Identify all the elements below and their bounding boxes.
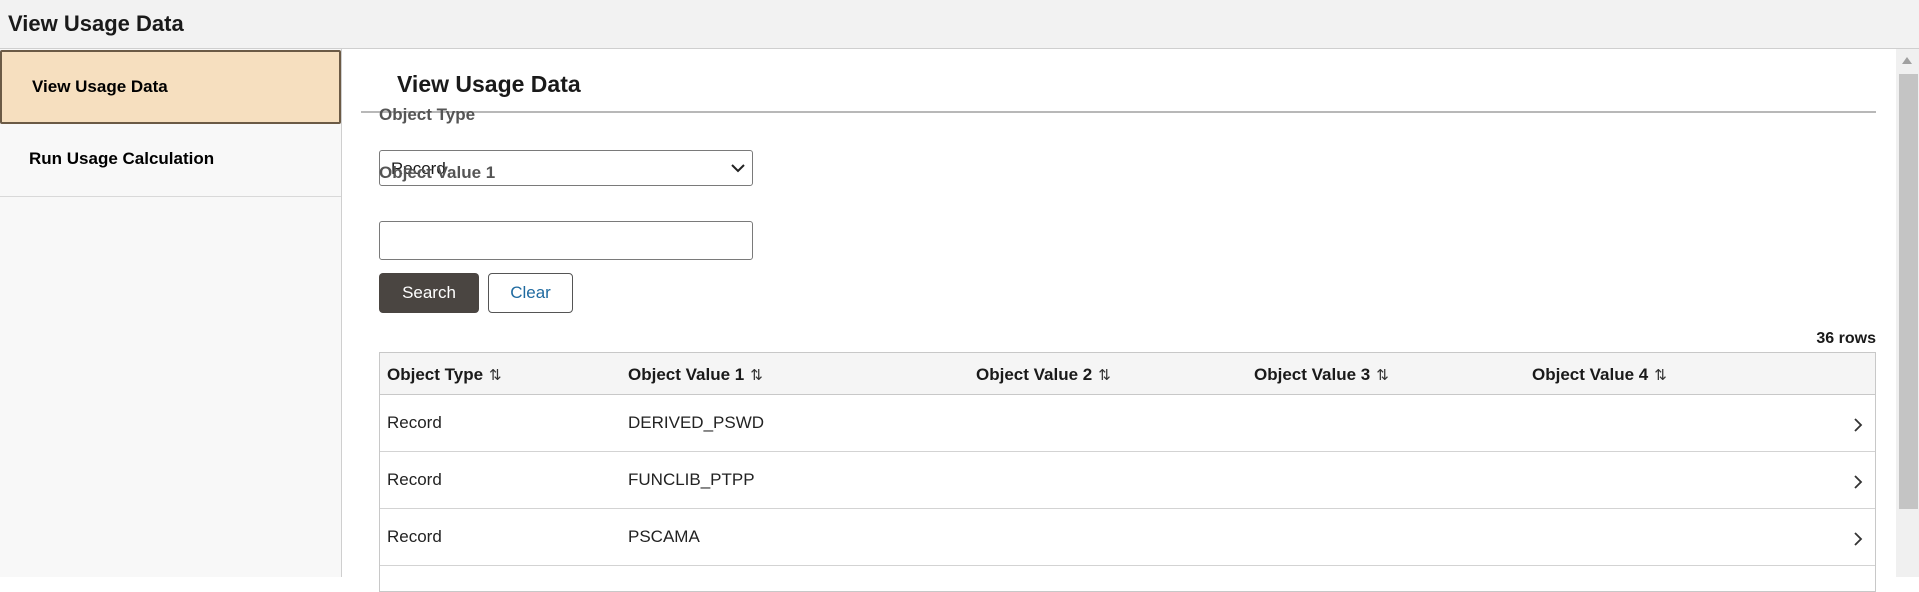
table-row[interactable]: Record PSCAMA <box>380 509 1875 566</box>
sort-icon: ⇅ <box>1376 367 1389 384</box>
search-button[interactable]: Search <box>379 273 479 313</box>
sidebar-item-label: Run Usage Calculation <box>29 149 215 168</box>
table-row[interactable]: Record DERIVED_PSWD <box>380 395 1875 452</box>
cell-object-value-1: DERIVED_PSWD <box>628 413 765 432</box>
column-header-label: Object Type <box>387 365 484 384</box>
cell-object-value-1: FUNCLIB_PTPP <box>628 470 755 489</box>
vertical-scrollbar[interactable] <box>1896 49 1919 577</box>
results-grid: Object Type ⇅ Object Value 1 ⇅ Object Valu… <box>379 352 1876 592</box>
sort-icon: ⇅ <box>489 367 502 384</box>
column-header-label: Object Value 3 <box>1254 365 1371 384</box>
sidebar-item-label: View Usage Data <box>32 77 168 96</box>
sort-icon: ⇅ <box>1098 367 1111 384</box>
page-title: View Usage Data <box>397 71 581 97</box>
title-divider <box>361 111 1876 113</box>
chevron-right-icon <box>1854 532 1863 546</box>
chevron-right-icon <box>1854 475 1863 489</box>
column-header-label: Object Value 2 <box>976 365 1093 384</box>
scroll-up-arrow-icon[interactable] <box>1902 57 1912 64</box>
sidebar: View Usage Data Run Usage Calculation <box>0 49 342 577</box>
main-content: View Usage Data Object Type Record Objec… <box>343 49 1896 592</box>
column-header-object-value-4[interactable]: Object Value 4 ⇅ <box>1532 365 1667 385</box>
object-value-1-label: Object Value 1 <box>379 163 496 182</box>
table-row[interactable]: Record FUNCLIB_PTPP <box>380 452 1875 509</box>
cell-object-type: Record <box>387 413 442 432</box>
scrollbar-thumb[interactable] <box>1899 74 1918 509</box>
cell-object-type: Record <box>387 470 442 489</box>
sort-icon: ⇅ <box>750 367 763 384</box>
column-header-label: Object Value 1 <box>628 365 745 384</box>
row-count: 36 rows <box>1816 330 1876 347</box>
column-header-object-value-1[interactable]: Object Value 1 ⇅ <box>628 365 763 385</box>
page-header-title: View Usage Data <box>8 11 184 36</box>
sort-icon: ⇅ <box>1654 367 1667 384</box>
column-header-object-type[interactable]: Object Type ⇅ <box>387 365 502 385</box>
chevron-down-icon <box>731 164 745 173</box>
object-type-label: Object Type <box>379 105 476 124</box>
sidebar-item-view-usage-data[interactable]: View Usage Data <box>0 50 341 124</box>
grid-header: Object Type ⇅ Object Value 1 ⇅ Object Valu… <box>380 353 1875 395</box>
column-header-object-value-3[interactable]: Object Value 3 ⇅ <box>1254 365 1389 385</box>
cell-object-type: Record <box>387 527 442 546</box>
chevron-right-icon <box>1854 418 1863 432</box>
clear-button[interactable]: Clear <box>488 273 573 313</box>
sidebar-item-run-usage-calculation[interactable]: Run Usage Calculation <box>0 125 341 197</box>
column-header-label: Object Value 4 <box>1532 365 1649 384</box>
object-value-1-input[interactable] <box>379 221 753 260</box>
column-header-object-value-2[interactable]: Object Value 2 ⇅ <box>976 365 1111 385</box>
top-bar: View Usage Data <box>0 0 1919 49</box>
cell-object-value-1: PSCAMA <box>628 527 700 546</box>
